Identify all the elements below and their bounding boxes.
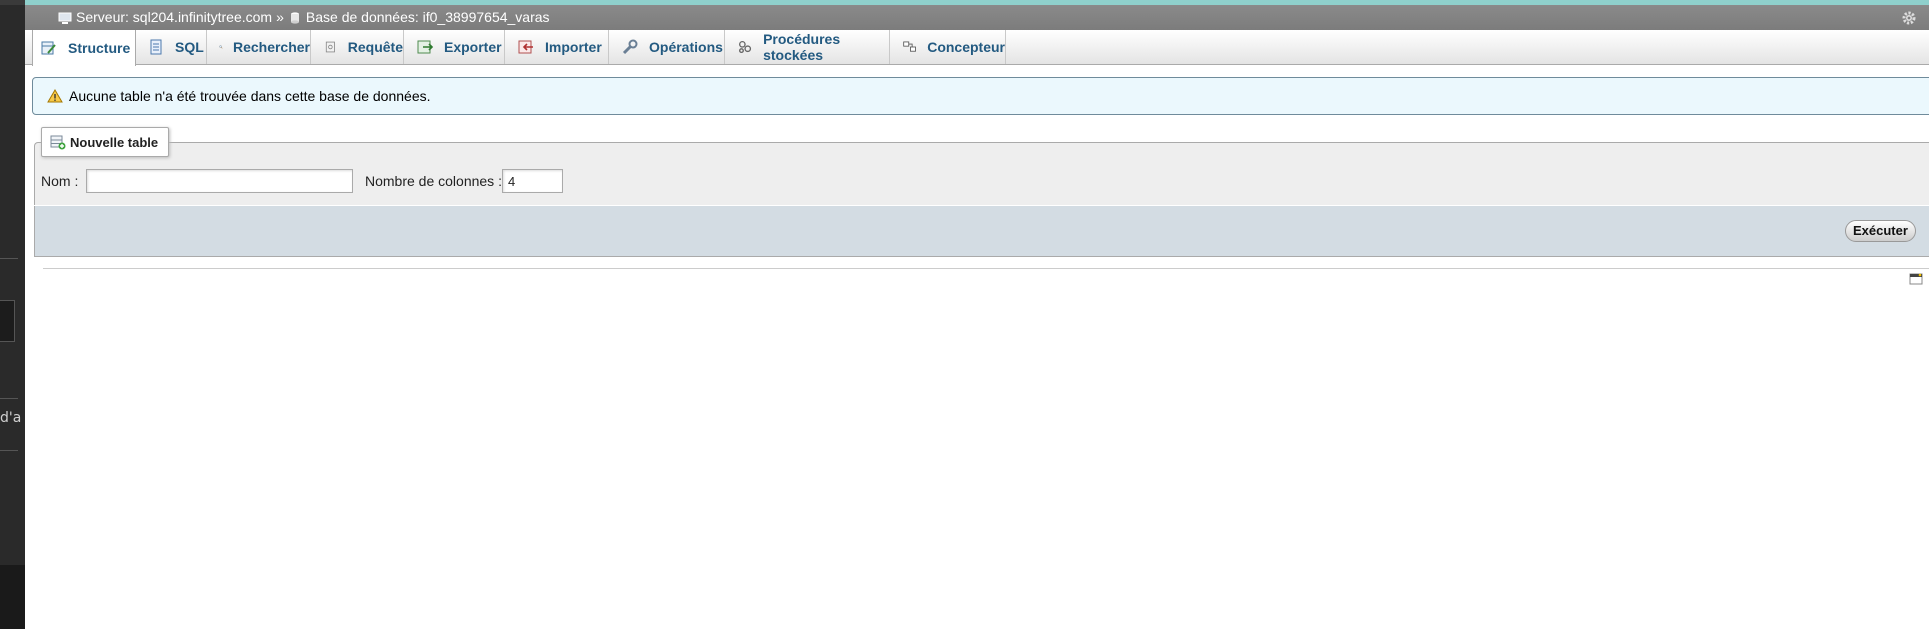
settings-gear-icon[interactable] xyxy=(1901,10,1917,26)
routines-icon xyxy=(739,40,752,54)
breadcrumb-database[interactable]: Base de données: if0_38997654_varas xyxy=(306,5,550,30)
breadcrumb: Serveur: sql204.infinitytree.com » Base … xyxy=(58,5,550,30)
designer-icon xyxy=(903,41,916,52)
console-toggle-icon[interactable] xyxy=(1909,272,1923,286)
panel-edge-bottom xyxy=(0,565,25,629)
main-content: Serveur: sql204.infinitytree.com » Base … xyxy=(25,0,1929,629)
tab-label: Concepteur xyxy=(927,39,1005,55)
tab-label: Structure xyxy=(68,40,131,56)
wrench-icon xyxy=(622,39,638,55)
query-icon xyxy=(325,41,335,53)
tab-sql[interactable]: SQL xyxy=(135,30,207,64)
tab-search[interactable]: Rechercher xyxy=(207,30,311,64)
notice-text: Aucune table n'a été trouvée dans cette … xyxy=(69,88,431,104)
structure-icon xyxy=(41,41,56,55)
breadcrumb-server[interactable]: Serveur: sql204.infinitytree.com xyxy=(76,5,272,30)
tab-export[interactable]: Exporter xyxy=(404,30,505,64)
form-footer xyxy=(34,206,1929,257)
tab-label: Requête xyxy=(347,39,403,55)
panel-partial-text: d'a xyxy=(0,410,22,426)
column-count-label: Nombre de colonnes : xyxy=(365,173,502,189)
tab-structure[interactable]: Structure xyxy=(32,30,136,66)
breadcrumb-bar: Serveur: sql204.infinitytree.com » Base … xyxy=(25,5,1929,30)
table-name-label: Nom : xyxy=(41,173,79,189)
search-icon xyxy=(219,45,223,49)
panel-partial-input[interactable] xyxy=(0,300,15,342)
tab-designer[interactable]: Concepteur xyxy=(890,30,1006,64)
panel-divider xyxy=(0,450,18,451)
tab-import[interactable]: Importer xyxy=(505,30,609,64)
sql-icon xyxy=(150,39,162,55)
tab-query[interactable]: Requête xyxy=(311,30,404,64)
tab-label: Procédures stockées xyxy=(763,31,841,63)
left-panel-edge: d'a xyxy=(0,0,25,629)
tab-bar: Structure SQL Rechercher Requête Exporte… xyxy=(25,30,1929,66)
import-icon xyxy=(518,40,533,54)
tab-label: Rechercher xyxy=(232,39,310,55)
tab-operations[interactable]: Opérations xyxy=(609,30,725,64)
panel-divider xyxy=(0,258,18,259)
tab-label: Exporter xyxy=(444,39,502,55)
column-count-input[interactable] xyxy=(502,169,563,193)
execute-button[interactable]: Exécuter xyxy=(1845,220,1916,242)
panel-edge-top xyxy=(0,0,25,5)
warning-icon xyxy=(47,89,63,103)
create-table-legend: Nouvelle table xyxy=(41,127,170,157)
new-table-icon xyxy=(50,135,66,150)
breadcrumb-separator: » xyxy=(276,9,284,25)
tab-label: Opérations xyxy=(649,39,723,55)
export-icon xyxy=(417,40,434,54)
server-icon xyxy=(58,12,72,24)
divider xyxy=(43,268,1929,269)
panel-divider xyxy=(0,398,18,399)
table-name-input[interactable] xyxy=(86,169,353,193)
tab-label: Importer xyxy=(545,39,602,55)
legend-label: Nouvelle table xyxy=(70,134,159,150)
tab-label: SQL xyxy=(175,39,204,55)
no-tables-notice: Aucune table n'a été trouvée dans cette … xyxy=(32,77,1929,115)
database-icon xyxy=(290,11,299,24)
tab-routines[interactable]: Procédures stockées xyxy=(725,30,890,64)
